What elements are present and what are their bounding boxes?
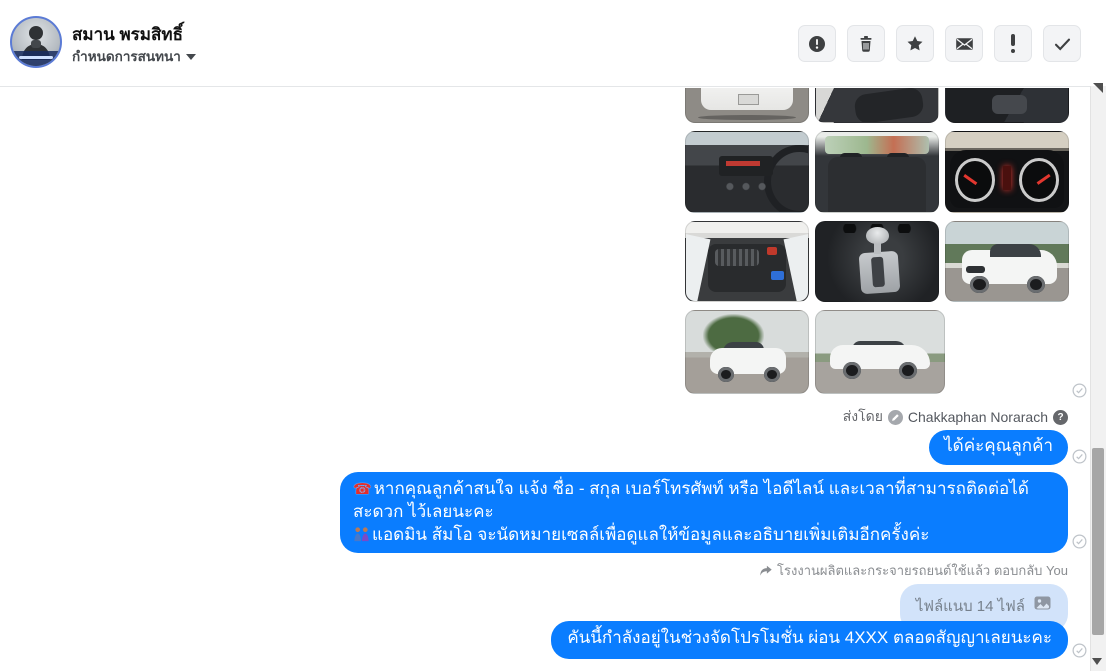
delivered-icon (1072, 383, 1087, 398)
scroll-down-arrow[interactable] (1092, 658, 1102, 665)
photo-art (866, 226, 890, 245)
star-button[interactable] (896, 25, 934, 62)
chevron-down-icon (185, 54, 196, 60)
photo-art (771, 270, 784, 280)
message-text: คันนี้กำลังอยู่ในช่วงจัดโปรโมชั่น ผ่อน 4… (567, 628, 1052, 647)
scrollbar-thumb[interactable] (1092, 448, 1104, 635)
photo-art (899, 361, 918, 380)
photo-art (992, 95, 1027, 115)
photo-car-rear-cropped[interactable] (685, 88, 809, 123)
attachment-grid (685, 88, 1075, 402)
photo-car-rear-quarter-tree[interactable] (685, 310, 809, 394)
exclamation-icon (1011, 34, 1015, 53)
photo-art (686, 231, 711, 301)
message-bubble[interactable]: ☎ หากคุณลูกค้าสนใจ แจ้ง ชื่อ - สกุล เบอร์… (340, 472, 1068, 553)
photo-art (871, 256, 886, 288)
photo-front-seats-cropped[interactable] (815, 88, 939, 123)
message-text: หากคุณลูกค้าสนใจ แจ้ง ชื่อ - สกุล เบอร์โ… (353, 479, 1029, 521)
photo-art (738, 94, 759, 106)
envelope-icon (955, 37, 973, 50)
grid-row (685, 131, 1075, 213)
photo-attachment-icon (1034, 596, 1051, 610)
delivered-icon (1072, 534, 1087, 549)
photo-gear-shifter[interactable] (815, 221, 939, 302)
conversation-header: สมาน พรมสิทธิ์ กำหนดการสนทนา (0, 0, 1106, 87)
photo-gauge-cluster[interactable] (945, 131, 1069, 213)
photo-art (853, 88, 926, 122)
conversation-label-dropdown[interactable]: กำหนดการสนทนา (72, 45, 196, 67)
edit-badge-icon (887, 409, 903, 425)
message-line: แอดมิน ส้มโอ จะนัดหมายเซลล์เพื่อดูแลให้ข… (353, 524, 1055, 547)
photo-art (698, 114, 796, 120)
photo-art (718, 156, 773, 176)
reply-context-row: โรงงานผลิตและกระจายรถยนต์ใช้แล้ว ตอบกลับ… (759, 560, 1068, 581)
reply-arrow-icon (760, 565, 772, 576)
red-telephone-emoji-icon: ☎ (353, 481, 372, 498)
photo-car-side-view[interactable] (815, 310, 945, 394)
message-text: ได้ค่ะคุณลูกค้า (944, 436, 1053, 455)
check-icon (1054, 38, 1070, 51)
message-bubble[interactable]: คันนี้กำลังอยู่ในช่วงจัดโปรโมชั่น ผ่อน 4… (551, 621, 1068, 659)
star-icon (907, 35, 923, 50)
photo-art (970, 275, 989, 294)
photo-art (842, 361, 861, 380)
grid-row (685, 221, 1075, 302)
photo-art (722, 181, 769, 191)
couple-emoji-icon (354, 527, 369, 541)
photo-art (715, 248, 760, 267)
message-bubble[interactable]: ได้ค่ะคุณลูกค้า (929, 430, 1068, 465)
photo-art (1026, 275, 1045, 294)
photo-art (717, 366, 734, 383)
photo-art (1002, 165, 1012, 190)
exclamation-button[interactable] (994, 25, 1032, 62)
photo-rear-seats[interactable] (815, 131, 939, 213)
report-button[interactable] (798, 25, 836, 62)
avatar-banner (12, 51, 60, 66)
sent-by-label: ส่งโดย (842, 408, 883, 424)
delivered-icon (1072, 449, 1087, 464)
envelope-button[interactable] (945, 25, 983, 62)
conversation-label: กำหนดการสนทนา (72, 49, 181, 64)
photo-art (965, 266, 986, 274)
avatar[interactable] (10, 16, 62, 68)
sent-by-row: ส่งโดย Chakkaphan Norarach ? (843, 406, 1068, 428)
photo-art (824, 136, 930, 155)
grid-row (685, 88, 1075, 123)
trash-button[interactable] (847, 25, 885, 62)
photo-art (764, 366, 780, 383)
message-line: ☎ หากคุณลูกค้าสนใจ แจ้ง ชื่อ - สกุล เบอร์… (353, 478, 1055, 524)
quoted-text: ไฟล์แนบ 14 ไฟล์ (915, 598, 1025, 615)
trash-icon (860, 35, 872, 52)
photo-art (828, 156, 926, 212)
photo-engine-bay[interactable] (685, 221, 809, 302)
messenger-window: สมาน พรมสิทธิ์ กำหนดการสนทนา ส่งโดย Chak… (0, 0, 1106, 671)
sender-name: Chakkaphan Norarach (907, 409, 1048, 425)
exclamation-circle-icon (809, 35, 825, 52)
toolbar (798, 25, 1081, 62)
photo-dashboard-radio[interactable] (685, 131, 809, 213)
conversation-title: สมาน พรมสิทธิ์ (72, 25, 183, 44)
scrollbar[interactable] (1090, 83, 1106, 671)
check-button[interactable] (1043, 25, 1081, 62)
delivered-icon (1072, 643, 1087, 658)
photo-center-console-cropped[interactable] (945, 88, 1069, 123)
photo-car-front-quarter[interactable] (945, 221, 1069, 302)
photo-art (783, 231, 808, 301)
help-icon[interactable]: ? (1053, 409, 1068, 425)
photo-art (766, 247, 778, 256)
photo-art (764, 144, 808, 212)
photo-art (726, 160, 761, 166)
message-text: แอดมิน ส้มโอ จะนัดหมายเซลล์เพื่อดูแลให้ข… (372, 524, 930, 544)
reply-context-text: โรงงานผลิตและกระจายรถยนต์ใช้แล้ว ตอบกลับ… (777, 563, 1068, 578)
scroll-corner-arrow (1093, 83, 1103, 93)
photo-art (989, 244, 1042, 257)
grid-row (685, 310, 1075, 394)
